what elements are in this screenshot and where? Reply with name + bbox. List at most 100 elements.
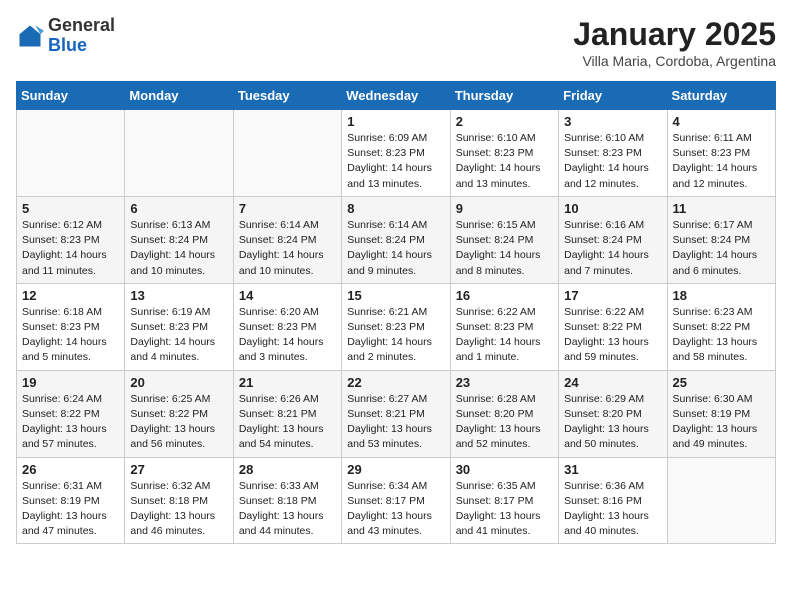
day-info: Sunrise: 6:28 AMSunset: 8:20 PMDaylight:… [456,392,553,453]
day-info: Sunrise: 6:14 AMSunset: 8:24 PMDaylight:… [239,218,336,279]
day-of-week-header: Tuesday [233,82,341,110]
day-number: 2 [456,114,553,129]
day-info: Sunrise: 6:30 AMSunset: 8:19 PMDaylight:… [673,392,770,453]
calendar-day-cell: 29 Sunrise: 6:34 AMSunset: 8:17 PMDayligh… [342,457,450,544]
calendar-day-cell: 14 Sunrise: 6:20 AMSunset: 8:23 PMDayligh… [233,283,341,370]
calendar-day-cell: 27 Sunrise: 6:32 AMSunset: 8:18 PMDayligh… [125,457,233,544]
title-block: January 2025 Villa Maria, Cordoba, Argen… [573,16,776,69]
day-info: Sunrise: 6:09 AMSunset: 8:23 PMDaylight:… [347,131,444,192]
calendar-day-cell: 24Sunrise: 6:29 AMSunset: 8:20 PMDayligh… [559,370,667,457]
day-info: Sunrise: 6:24 AMSunset: 8:22 PMDaylight:… [22,392,119,453]
logo-general-text: General [48,15,115,35]
day-of-week-header: Monday [125,82,233,110]
calendar-day-cell: 3Sunrise: 6:10 AMSunset: 8:23 PMDaylight… [559,110,667,197]
day-number: 11 [673,201,770,216]
calendar-day-cell: 10 Sunrise: 6:16 AMSunset: 8:24 PMDayligh… [559,196,667,283]
day-info: Sunrise: 6:34 AMSunset: 8:17 PMDaylight:… [347,479,444,540]
calendar-week-row: 1Sunrise: 6:09 AMSunset: 8:23 PMDaylight… [17,110,776,197]
day-info: Sunrise: 6:33 AMSunset: 8:18 PMDaylight:… [239,479,336,540]
day-info: Sunrise: 6:10 AMSunset: 8:23 PMDaylight:… [564,131,661,192]
logo: General Blue [16,16,115,56]
day-number: 5 [22,201,119,216]
day-info: Sunrise: 6:18 AMSunset: 8:23 PMDaylight:… [22,305,119,366]
calendar-day-cell: 23 Sunrise: 6:28 AMSunset: 8:20 PMDayligh… [450,370,558,457]
day-number: 16 [456,288,553,303]
day-number: 26 [22,462,119,477]
day-info: Sunrise: 6:15 AMSunset: 8:24 PMDaylight:… [456,218,553,279]
calendar-week-row: 12Sunrise: 6:18 AMSunset: 8:23 PMDayligh… [17,283,776,370]
calendar-header-row: SundayMondayTuesdayWednesdayThursdayFrid… [17,82,776,110]
calendar-day-cell: 18 Sunrise: 6:23 AMSunset: 8:22 PMDayligh… [667,283,775,370]
day-number: 18 [673,288,770,303]
day-number: 7 [239,201,336,216]
calendar-day-cell: 30 Sunrise: 6:35 AMSunset: 8:17 PMDayligh… [450,457,558,544]
day-info: Sunrise: 6:22 AMSunset: 8:22 PMDaylight:… [564,305,661,366]
day-info: Sunrise: 6:17 AMSunset: 8:24 PMDaylight:… [673,218,770,279]
calendar-week-row: 26 Sunrise: 6:31 AMSunset: 8:19 PMDayligh… [17,457,776,544]
calendar-day-cell: 13 Sunrise: 6:19 AMSunset: 8:23 PMDayligh… [125,283,233,370]
calendar-day-cell: 22 Sunrise: 6:27 AMSunset: 8:21 PMDayligh… [342,370,450,457]
day-number: 25 [673,375,770,390]
day-number: 30 [456,462,553,477]
day-number: 19 [22,375,119,390]
day-number: 22 [347,375,444,390]
page-header: General Blue January 2025 Villa Maria, C… [16,16,776,69]
calendar-day-cell: 17Sunrise: 6:22 AMSunset: 8:22 PMDayligh… [559,283,667,370]
calendar-table: SundayMondayTuesdayWednesdayThursdayFrid… [16,81,776,544]
calendar-day-cell [125,110,233,197]
day-number: 21 [239,375,336,390]
calendar-day-cell: 28 Sunrise: 6:33 AMSunset: 8:18 PMDayligh… [233,457,341,544]
day-info: Sunrise: 6:22 AMSunset: 8:23 PMDaylight:… [456,305,553,366]
day-info: Sunrise: 6:20 AMSunset: 8:23 PMDaylight:… [239,305,336,366]
day-number: 10 [564,201,661,216]
day-info: Sunrise: 6:32 AMSunset: 8:18 PMDaylight:… [130,479,227,540]
calendar-day-cell: 5 Sunrise: 6:12 AMSunset: 8:23 PMDaylight… [17,196,125,283]
day-number: 29 [347,462,444,477]
calendar-day-cell: 2 Sunrise: 6:10 AMSunset: 8:23 PMDaylight… [450,110,558,197]
calendar-day-cell: 25 Sunrise: 6:30 AMSunset: 8:19 PMDayligh… [667,370,775,457]
day-info: Sunrise: 6:21 AMSunset: 8:23 PMDaylight:… [347,305,444,366]
day-info: Sunrise: 6:13 AMSunset: 8:24 PMDaylight:… [130,218,227,279]
day-info: Sunrise: 6:16 AMSunset: 8:24 PMDaylight:… [564,218,661,279]
day-info: Sunrise: 6:35 AMSunset: 8:17 PMDaylight:… [456,479,553,540]
calendar-day-cell: 31 Sunrise: 6:36 AMSunset: 8:16 PMDayligh… [559,457,667,544]
calendar-day-cell: 6 Sunrise: 6:13 AMSunset: 8:24 PMDaylight… [125,196,233,283]
day-of-week-header: Thursday [450,82,558,110]
day-info: Sunrise: 6:19 AMSunset: 8:23 PMDaylight:… [130,305,227,366]
day-number: 8 [347,201,444,216]
logo-blue-text: Blue [48,35,87,55]
calendar-week-row: 5 Sunrise: 6:12 AMSunset: 8:23 PMDaylight… [17,196,776,283]
day-info: Sunrise: 6:23 AMSunset: 8:22 PMDaylight:… [673,305,770,366]
day-number: 28 [239,462,336,477]
day-number: 13 [130,288,227,303]
calendar-day-cell: 12Sunrise: 6:18 AMSunset: 8:23 PMDayligh… [17,283,125,370]
calendar-day-cell: 11 Sunrise: 6:17 AMSunset: 8:24 PMDayligh… [667,196,775,283]
day-number: 23 [456,375,553,390]
day-of-week-header: Sunday [17,82,125,110]
day-number: 14 [239,288,336,303]
calendar-day-cell: 21Sunrise: 6:26 AMSunset: 8:21 PMDayligh… [233,370,341,457]
calendar-day-cell: 20Sunrise: 6:25 AMSunset: 8:22 PMDayligh… [125,370,233,457]
day-info: Sunrise: 6:11 AMSunset: 8:23 PMDaylight:… [673,131,770,192]
calendar-day-cell [233,110,341,197]
day-info: Sunrise: 6:36 AMSunset: 8:16 PMDaylight:… [564,479,661,540]
day-info: Sunrise: 6:31 AMSunset: 8:19 PMDaylight:… [22,479,119,540]
day-number: 27 [130,462,227,477]
calendar-day-cell: 16 Sunrise: 6:22 AMSunset: 8:23 PMDayligh… [450,283,558,370]
calendar-day-cell: 8Sunrise: 6:14 AMSunset: 8:24 PMDaylight… [342,196,450,283]
day-number: 6 [130,201,227,216]
day-number: 4 [673,114,770,129]
day-info: Sunrise: 6:25 AMSunset: 8:22 PMDaylight:… [130,392,227,453]
day-info: Sunrise: 6:12 AMSunset: 8:23 PMDaylight:… [22,218,119,279]
location-subtitle: Villa Maria, Cordoba, Argentina [573,53,776,69]
day-info: Sunrise: 6:10 AMSunset: 8:23 PMDaylight:… [456,131,553,192]
day-info: Sunrise: 6:27 AMSunset: 8:21 PMDaylight:… [347,392,444,453]
day-info: Sunrise: 6:29 AMSunset: 8:20 PMDaylight:… [564,392,661,453]
day-of-week-header: Wednesday [342,82,450,110]
calendar-day-cell: 15 Sunrise: 6:21 AMSunset: 8:23 PMDayligh… [342,283,450,370]
day-number: 31 [564,462,661,477]
day-number: 15 [347,288,444,303]
logo-icon [16,22,44,50]
month-title: January 2025 [573,16,776,53]
calendar-day-cell [17,110,125,197]
